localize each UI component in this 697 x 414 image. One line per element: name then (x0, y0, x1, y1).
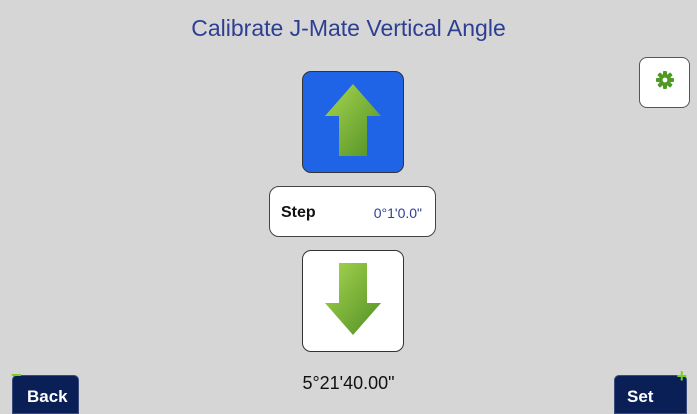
arrow-up-icon (323, 82, 383, 163)
current-angle-readout: 5°21'40.00" (302, 373, 395, 393)
arrow-down-icon (323, 261, 383, 342)
step-size-selector[interactable]: Step 0°1'0.0" (269, 186, 436, 237)
plus-icon: + (676, 366, 687, 386)
settings-button[interactable] (639, 57, 690, 108)
set-button-label: Set (627, 387, 654, 406)
minus-icon: − (11, 365, 22, 385)
step-label: Step (281, 204, 316, 221)
back-button[interactable]: − Back (11, 366, 79, 414)
increase-angle-button[interactable] (302, 71, 404, 173)
set-button[interactable]: + Set (614, 367, 687, 414)
decrease-angle-button[interactable] (302, 250, 404, 352)
back-button-label: Back (27, 387, 68, 406)
step-value: 0°1'0.0" (373, 205, 422, 221)
page-title: Calibrate J-Mate Vertical Angle (191, 15, 506, 41)
gear-icon (655, 70, 675, 95)
